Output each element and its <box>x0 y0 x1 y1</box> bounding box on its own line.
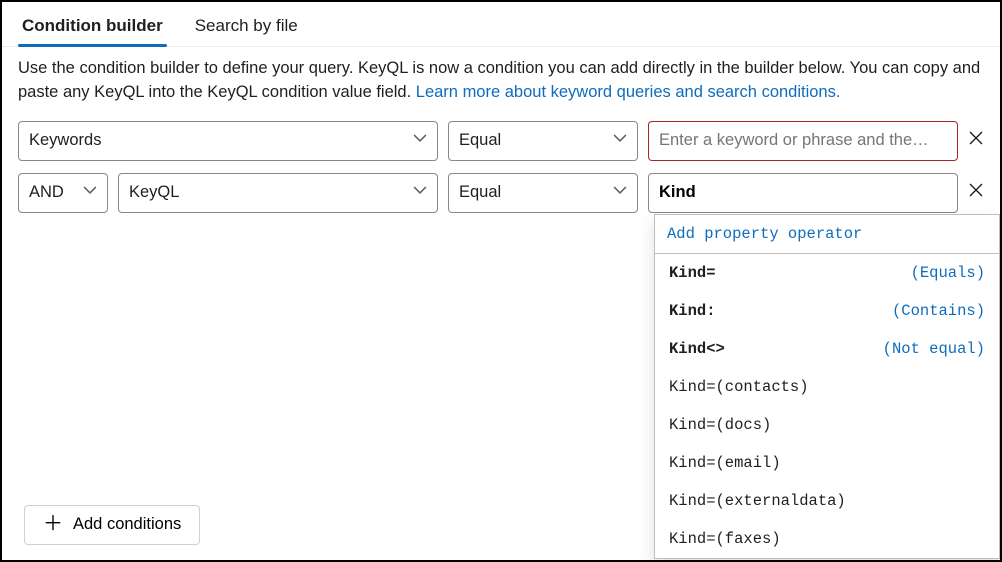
dropdown-item-hint: (Contains) <box>892 302 985 320</box>
boolean-select[interactable]: AND <box>18 173 108 213</box>
value-input-wrapper <box>648 173 958 213</box>
field-select[interactable]: Keywords <box>18 121 438 161</box>
tab-condition-builder[interactable]: Condition builder <box>20 12 165 46</box>
dropdown-item-key: Kind=(email) <box>669 454 781 472</box>
dropdown-item[interactable]: Kind: (Contains) <box>655 292 999 330</box>
dropdown-item[interactable]: Kind=(faxes) <box>655 520 999 558</box>
field-select-value: KeyQL <box>129 183 179 202</box>
field-select[interactable]: KeyQL <box>118 173 438 213</box>
description-text: Use the condition builder to define your… <box>2 47 1000 119</box>
dropdown-item[interactable]: Kind=(docs) <box>655 406 999 444</box>
chevron-down-icon <box>613 183 627 202</box>
close-icon <box>968 182 984 203</box>
chevron-down-icon <box>83 183 97 202</box>
chevron-down-icon <box>413 131 427 150</box>
condition-row: AND KeyQL Equal <box>18 173 984 213</box>
chevron-down-icon <box>613 131 627 150</box>
condition-rows: Keywords Equal A <box>2 119 1000 227</box>
learn-more-link[interactable]: Learn more about keyword queries and sea… <box>416 83 841 101</box>
condition-row: Keywords Equal <box>18 121 984 161</box>
dropdown-item-hint: (Equals) <box>911 264 985 282</box>
operator-select-value: Equal <box>459 131 501 150</box>
condition-builder-panel: Condition builder Search by file Use the… <box>0 0 1002 562</box>
dropdown-header: Add property operator <box>655 215 999 254</box>
tab-search-by-file[interactable]: Search by file <box>193 12 300 46</box>
close-icon <box>968 130 984 151</box>
value-input[interactable] <box>659 131 947 150</box>
add-conditions-label: Add conditions <box>73 515 181 534</box>
field-select-value: Keywords <box>29 131 101 150</box>
dropdown-item[interactable]: Kind=(email) <box>655 444 999 482</box>
dropdown-item-key: Kind=(externaldata) <box>669 492 846 510</box>
operator-select-value: Equal <box>459 183 501 202</box>
add-conditions-button[interactable]: ＋ Add conditions <box>24 505 200 545</box>
keyql-autocomplete-dropdown: Add property operator Kind= (Equals) Kin… <box>654 214 1000 559</box>
operator-select[interactable]: Equal <box>448 121 638 161</box>
dropdown-item[interactable]: Kind=(externaldata) <box>655 482 999 520</box>
dropdown-item-key: Kind=(contacts) <box>669 378 809 396</box>
remove-row-button[interactable] <box>968 179 984 207</box>
tab-bar: Condition builder Search by file <box>2 2 1000 47</box>
dropdown-item-key: Kind=(faxes) <box>669 530 781 548</box>
boolean-select-value: AND <box>29 183 64 202</box>
plus-icon: ＋ <box>43 514 63 534</box>
operator-select[interactable]: Equal <box>448 173 638 213</box>
chevron-down-icon <box>413 183 427 202</box>
dropdown-item-key: Kind<> <box>669 340 725 358</box>
dropdown-item-hint: (Not equal) <box>883 340 985 358</box>
dropdown-item[interactable]: Kind<> (Not equal) <box>655 330 999 368</box>
dropdown-item-key: Kind=(docs) <box>669 416 771 434</box>
dropdown-item-key: Kind= <box>669 264 716 282</box>
value-input-wrapper <box>648 121 958 161</box>
remove-row-button[interactable] <box>968 127 984 155</box>
dropdown-item-key: Kind: <box>669 302 716 320</box>
dropdown-item[interactable]: Kind=(contacts) <box>655 368 999 406</box>
keyql-value-input[interactable] <box>659 183 947 202</box>
dropdown-item[interactable]: Kind= (Equals) <box>655 254 999 292</box>
